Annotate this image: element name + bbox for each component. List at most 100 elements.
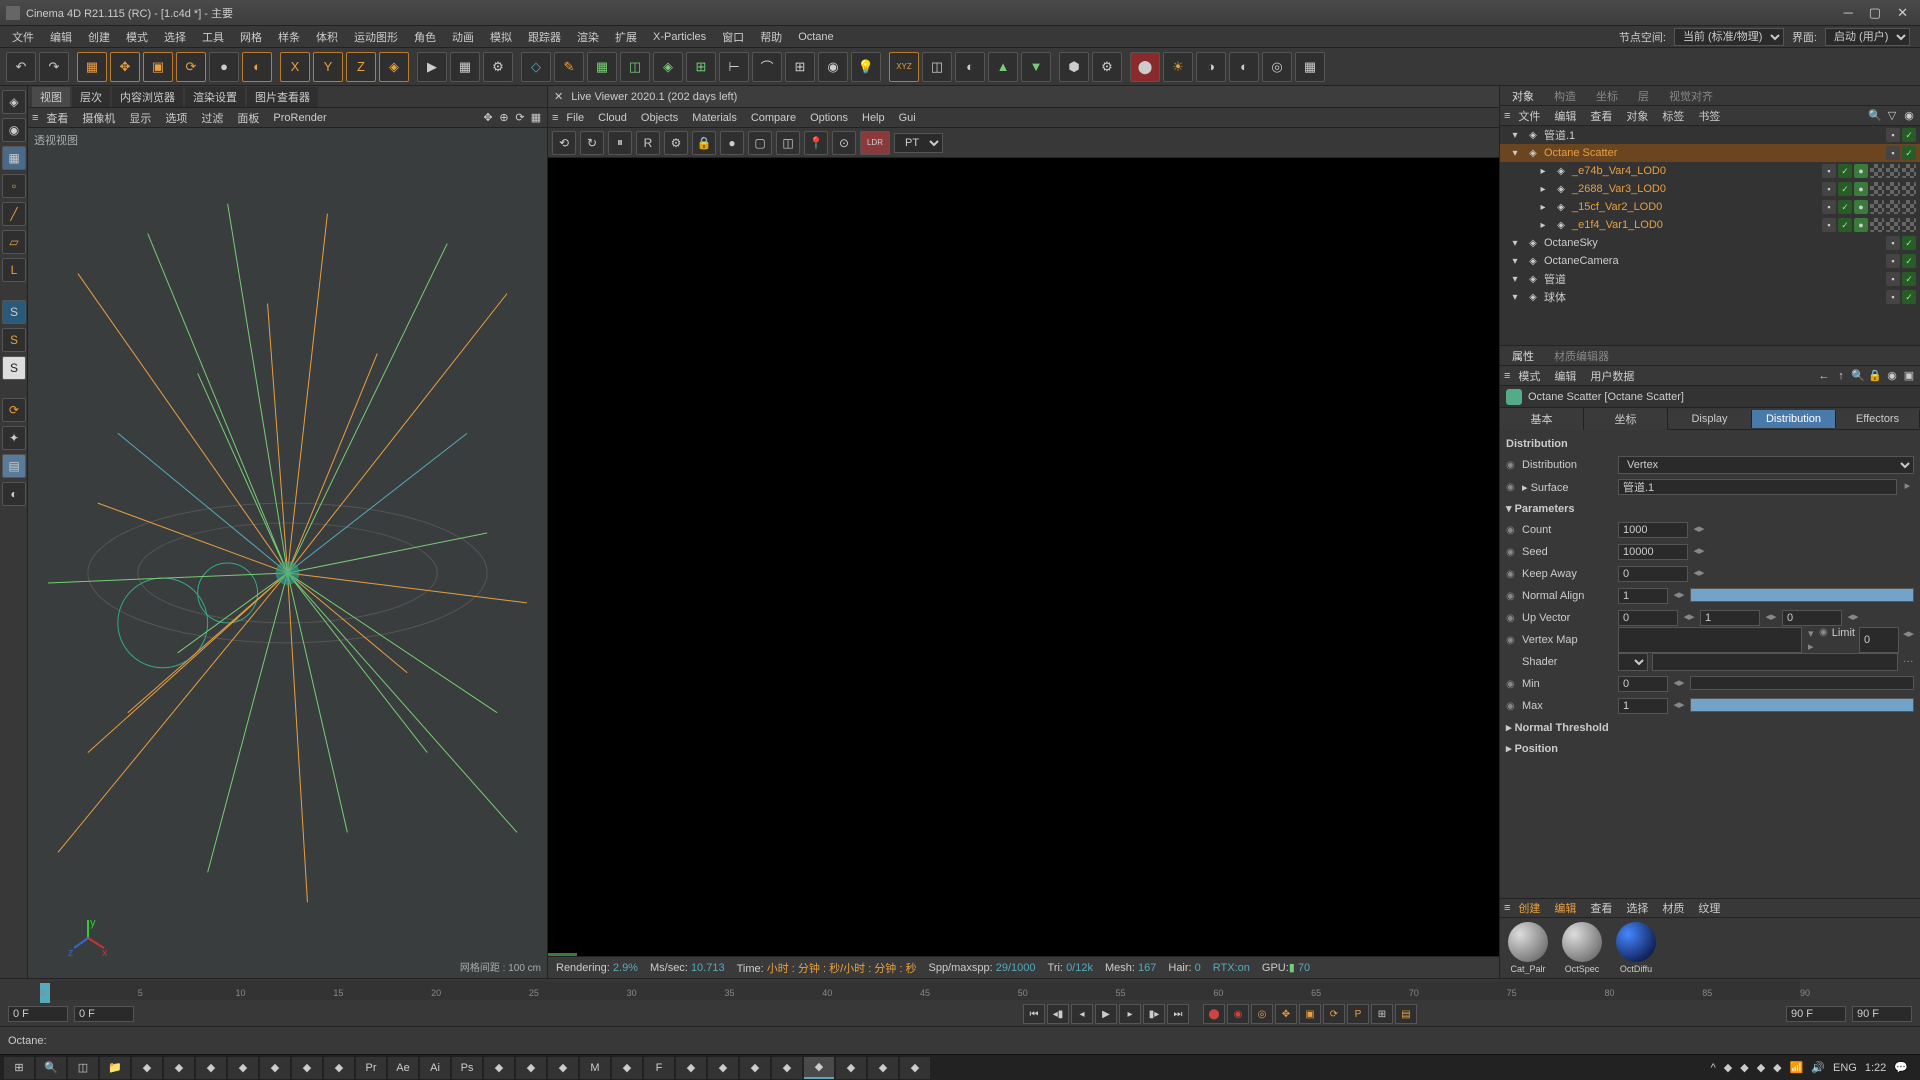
- task-app12[interactable]: ◆: [484, 1057, 514, 1079]
- render-region-button[interactable]: ▦: [450, 52, 480, 82]
- surface-field[interactable]: [1618, 479, 1897, 495]
- snap-2d[interactable]: S: [2, 356, 26, 380]
- tray-expand-icon[interactable]: ^: [1711, 1062, 1716, 1074]
- upvector-x[interactable]: [1618, 610, 1678, 626]
- circle-button[interactable]: ◎: [1262, 52, 1292, 82]
- render-canvas[interactable]: [548, 158, 1499, 956]
- keepaway-input[interactable]: [1618, 566, 1688, 582]
- lv-kernel-select[interactable]: PT: [894, 133, 943, 153]
- menu-render[interactable]: 渲染: [569, 27, 607, 47]
- task-app15[interactable]: M: [580, 1057, 610, 1079]
- parameters-section[interactable]: ▾ Parameters: [1506, 498, 1914, 519]
- menu-spline[interactable]: 样条: [270, 27, 308, 47]
- rp-menu-objects[interactable]: 对象: [1620, 107, 1654, 125]
- tray-icon3[interactable]: ◆: [1757, 1061, 1765, 1074]
- menu-file[interactable]: 文件: [4, 27, 42, 47]
- task-app20[interactable]: ◆: [740, 1057, 770, 1079]
- object-row[interactable]: ▸◈_15cf_Var2_LOD0▪✓●: [1500, 198, 1920, 216]
- tray-time[interactable]: 1:22: [1865, 1062, 1886, 1074]
- menu-animate[interactable]: 动画: [444, 27, 482, 47]
- move-tool[interactable]: ✥: [110, 52, 140, 82]
- timeline-start2[interactable]: [74, 1006, 134, 1022]
- light-button[interactable]: ◉: [818, 52, 848, 82]
- lv-pin-button[interactable]: 📍: [804, 131, 828, 155]
- material-item[interactable]: OctSpec: [1558, 922, 1606, 974]
- object-row[interactable]: ▾◈OctaneSky▪✓: [1500, 234, 1920, 252]
- attr-subtab-coord[interactable]: 坐标: [1584, 408, 1668, 430]
- timeline-start[interactable]: [8, 1006, 68, 1022]
- next-key-button[interactable]: ▮▸: [1143, 1004, 1165, 1024]
- task-app22[interactable]: ◆: [836, 1057, 866, 1079]
- gradient-icon[interactable]: ◐: [2, 482, 26, 506]
- upvector-z[interactable]: [1782, 610, 1842, 626]
- object-row[interactable]: ▸◈_e74b_Var4_LOD0▪✓●: [1500, 162, 1920, 180]
- goto-end-button[interactable]: ⏭: [1167, 1004, 1189, 1024]
- rp-tab-objects[interactable]: 对象: [1506, 87, 1540, 105]
- menu-help[interactable]: 帮助: [752, 27, 790, 47]
- object-row[interactable]: ▾◈OctaneCamera▪✓: [1500, 252, 1920, 270]
- start-button[interactable]: ⊞: [4, 1057, 34, 1079]
- timeline-end2[interactable]: [1852, 1006, 1912, 1022]
- rp-hamburger-icon[interactable]: ≡: [1504, 110, 1510, 122]
- lv-lock-button[interactable]: 🔒: [692, 131, 716, 155]
- y-axis-toggle[interactable]: Y: [313, 52, 343, 82]
- attr-pin-icon[interactable]: ▣: [1902, 369, 1916, 383]
- object-row[interactable]: ▾◈球体▪✓: [1500, 288, 1920, 306]
- menu-extensions[interactable]: 扩展: [607, 27, 645, 47]
- mat-menu-view[interactable]: 查看: [1584, 899, 1618, 917]
- subdiv-button[interactable]: ▦: [587, 52, 617, 82]
- tray-icon4[interactable]: ◆: [1773, 1061, 1781, 1074]
- minimize-button[interactable]: ─: [1844, 5, 1853, 21]
- contrast-button[interactable]: ◐: [1229, 52, 1259, 82]
- vp-pan-icon[interactable]: ✥: [481, 111, 495, 125]
- rp-menu-file[interactable]: 文件: [1512, 107, 1546, 125]
- vp-tab-hierarchy[interactable]: 层次: [72, 87, 110, 107]
- menu-tracker[interactable]: 跟踪器: [520, 27, 569, 47]
- undo-button[interactable]: ↶: [6, 52, 36, 82]
- task-app7[interactable]: ◆: [324, 1057, 354, 1079]
- tray-icon1[interactable]: ◆: [1724, 1061, 1732, 1074]
- menu-character[interactable]: 角色: [406, 27, 444, 47]
- prev-key-button[interactable]: ◂▮: [1047, 1004, 1069, 1024]
- attr-lock-icon[interactable]: 🔒: [1868, 369, 1882, 383]
- task-app23[interactable]: ◆: [900, 1057, 930, 1079]
- material-item[interactable]: Cat_Palr: [1504, 922, 1552, 974]
- lv-sphere-button[interactable]: ●: [720, 131, 744, 155]
- texture-mode[interactable]: ◉: [2, 118, 26, 142]
- scale-tool[interactable]: ▣: [143, 52, 173, 82]
- task-app9[interactable]: Ae: [388, 1057, 418, 1079]
- play-button[interactable]: ▶: [1095, 1004, 1117, 1024]
- rp-tab-layers[interactable]: 层: [1632, 87, 1655, 105]
- max-input[interactable]: [1618, 698, 1668, 714]
- vp-menu-panel[interactable]: 面板: [231, 109, 265, 127]
- lv-menu-materials[interactable]: Materials: [686, 111, 743, 125]
- floor-button[interactable]: ◫: [922, 52, 952, 82]
- shader-select[interactable]: [1618, 653, 1648, 671]
- lv-hamburger-icon[interactable]: ≡: [552, 112, 558, 124]
- uv-mode[interactable]: L: [2, 258, 26, 282]
- grid-button[interactable]: ▦: [1295, 52, 1325, 82]
- rp-search-icon[interactable]: 🔍: [1868, 109, 1882, 123]
- task-app10[interactable]: Ai: [420, 1057, 450, 1079]
- timeline-end[interactable]: [1786, 1006, 1846, 1022]
- lv-menu-options[interactable]: Options: [804, 111, 854, 125]
- task-app3[interactable]: ◆: [196, 1057, 226, 1079]
- tray-lang[interactable]: ENG: [1833, 1062, 1857, 1074]
- menu-mesh[interactable]: 网格: [232, 27, 270, 47]
- material-item[interactable]: OctDiffu: [1612, 922, 1660, 974]
- vp-tab-view[interactable]: 视图: [32, 87, 70, 107]
- rp-menu-tags[interactable]: 标签: [1656, 107, 1690, 125]
- autokey-button[interactable]: ◉: [1227, 1004, 1249, 1024]
- scale-up-button[interactable]: ▲: [988, 52, 1018, 82]
- sky-button[interactable]: ◐: [955, 52, 985, 82]
- task-explorer[interactable]: 📁: [100, 1057, 130, 1079]
- close-button[interactable]: ✕: [1897, 5, 1908, 21]
- viewport-3d[interactable]: 透视视图: [28, 128, 547, 978]
- timeline-ruler[interactable]: 051015202530354045505560657075808590: [40, 981, 1800, 1000]
- pla-key-button[interactable]: ⊞: [1371, 1004, 1393, 1024]
- surface-clear-icon[interactable]: ▸: [1901, 479, 1914, 495]
- object-row[interactable]: ▾◈管道.1▪✓: [1500, 126, 1920, 144]
- poly-mode[interactable]: ▱: [2, 230, 26, 254]
- select-tool[interactable]: ▦: [77, 52, 107, 82]
- vp-zoom-icon[interactable]: ⊕: [497, 111, 511, 125]
